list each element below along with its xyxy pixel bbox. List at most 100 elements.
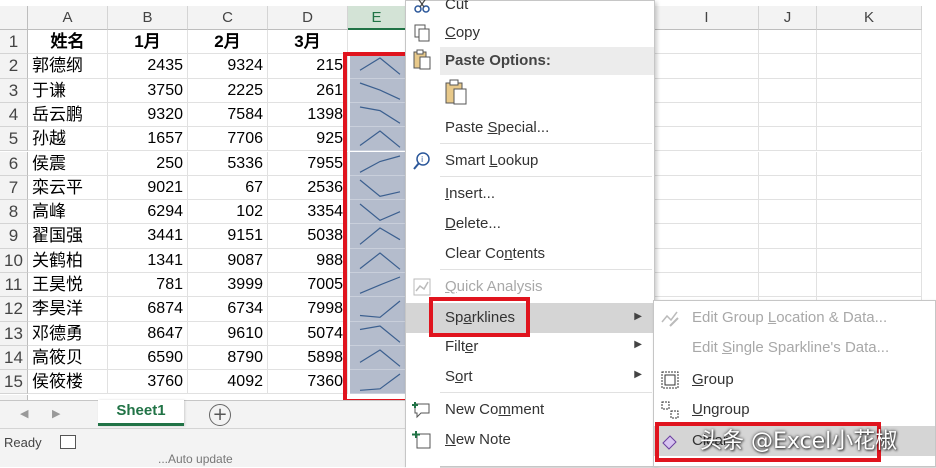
- header-cell[interactable]: 3月: [268, 30, 348, 55]
- menu-item-clear-contents[interactable]: Clear Contents: [406, 240, 654, 268]
- empty-cell[interactable]: [655, 30, 759, 55]
- empty-cell[interactable]: [817, 78, 922, 103]
- row-header-10[interactable]: 10: [0, 248, 28, 273]
- jan-cell[interactable]: 1657: [108, 127, 188, 152]
- row-header-13[interactable]: 13: [0, 321, 28, 346]
- feb-cell[interactable]: 9151: [188, 224, 268, 249]
- name-cell[interactable]: 王昊悦: [28, 273, 108, 298]
- mar-cell[interactable]: 5898: [268, 345, 348, 371]
- mar-cell[interactable]: 261: [268, 78, 348, 103]
- column-header-b[interactable]: B: [108, 6, 188, 30]
- menu-item-copy[interactable]: Copy: [406, 19, 654, 47]
- empty-cell[interactable]: [759, 78, 817, 103]
- header-cell[interactable]: 姓名: [28, 30, 108, 55]
- empty-cell[interactable]: [655, 248, 759, 273]
- name-cell[interactable]: 栾云平: [28, 175, 108, 201]
- row-header-5[interactable]: 5: [0, 127, 28, 152]
- row-header-4[interactable]: 4: [0, 102, 28, 128]
- jan-cell[interactable]: 1341: [108, 248, 188, 273]
- empty-cell[interactable]: [817, 273, 922, 298]
- jan-cell[interactable]: 781: [108, 273, 188, 298]
- feb-cell[interactable]: 9087: [188, 248, 268, 273]
- paste-option-button[interactable]: [444, 79, 472, 109]
- column-header-i[interactable]: I: [655, 6, 759, 30]
- sparkline-cell[interactable]: [350, 200, 406, 225]
- empty-cell[interactable]: [759, 273, 817, 298]
- name-cell[interactable]: 李昊洋: [28, 297, 108, 322]
- row-header-11[interactable]: 11: [0, 273, 28, 298]
- submenu-edit-single-sparkline[interactable]: Edit Single Sparkline's Data...: [654, 333, 935, 363]
- mar-cell[interactable]: 5038: [268, 224, 348, 249]
- row-header-3[interactable]: 3: [0, 78, 28, 103]
- sparkline-cell[interactable]: [350, 102, 406, 128]
- sparkline-cell[interactable]: [350, 224, 406, 249]
- sparkline-cell[interactable]: [350, 78, 406, 103]
- name-cell[interactable]: 于谦: [28, 78, 108, 103]
- feb-cell[interactable]: 2225: [188, 78, 268, 103]
- menu-item-quick-analysis[interactable]: Quick Analysis: [406, 273, 654, 301]
- mar-cell[interactable]: 1398: [268, 102, 348, 128]
- row-header-8[interactable]: 8: [0, 200, 28, 225]
- empty-cell[interactable]: [655, 273, 759, 298]
- mar-cell[interactable]: 988: [268, 248, 348, 273]
- submenu-edit-group-location[interactable]: Edit Group Location & Data...: [654, 303, 935, 333]
- jan-cell[interactable]: 2435: [108, 54, 188, 79]
- empty-cell[interactable]: [759, 54, 817, 79]
- select-all-corner[interactable]: [0, 6, 28, 30]
- sparkline-cell[interactable]: [350, 321, 406, 346]
- empty-cell[interactable]: [759, 175, 817, 201]
- mar-cell[interactable]: 7360: [268, 370, 348, 395]
- empty-cell[interactable]: [817, 200, 922, 225]
- column-header-j[interactable]: J: [759, 6, 817, 30]
- row-header-2[interactable]: 2: [0, 54, 28, 79]
- jan-cell[interactable]: 9021: [108, 175, 188, 201]
- jan-cell[interactable]: 3441: [108, 224, 188, 249]
- empty-cell[interactable]: [655, 102, 759, 128]
- mar-cell[interactable]: 925: [268, 127, 348, 152]
- header-cell[interactable]: 2月: [188, 30, 268, 55]
- empty-cell[interactable]: [655, 54, 759, 79]
- menu-item-paste-special[interactable]: Paste Special...: [406, 114, 654, 142]
- menu-item-cut[interactable]: Cut: [406, 0, 654, 19]
- feb-cell[interactable]: 8790: [188, 345, 268, 371]
- mar-cell[interactable]: 7998: [268, 297, 348, 322]
- sparkline-cell[interactable]: [350, 345, 406, 371]
- mar-cell[interactable]: 215: [268, 54, 348, 79]
- scroll-tabs-right-icon[interactable]: ▶: [52, 407, 60, 420]
- row-header-7[interactable]: 7: [0, 175, 28, 201]
- name-cell[interactable]: 孙越: [28, 127, 108, 152]
- row-header-15[interactable]: 15: [0, 370, 28, 395]
- empty-cell[interactable]: [817, 248, 922, 273]
- name-cell[interactable]: 邓德勇: [28, 321, 108, 346]
- name-cell[interactable]: 高峰: [28, 200, 108, 225]
- sparkline-cell[interactable]: [350, 273, 406, 298]
- name-cell[interactable]: 岳云鹏: [28, 102, 108, 128]
- feb-cell[interactable]: 5336: [188, 151, 268, 176]
- sparkline-cell[interactable]: [350, 370, 406, 395]
- feb-cell[interactable]: 6734: [188, 297, 268, 322]
- menu-item-new-comment[interactable]: New Comment: [406, 396, 654, 424]
- feb-cell[interactable]: 102: [188, 200, 268, 225]
- jan-cell[interactable]: 9320: [108, 102, 188, 128]
- sheet-tab-sheet1[interactable]: Sheet1: [98, 400, 184, 426]
- plus-circle-icon[interactable]: +: [209, 404, 231, 426]
- scroll-tabs-left-icon[interactable]: ◀: [20, 407, 28, 420]
- submenu-group[interactable]: Group: [654, 365, 935, 395]
- empty-cell[interactable]: [817, 224, 922, 249]
- row-header-6[interactable]: 6: [0, 151, 28, 176]
- menu-item-new-note[interactable]: New Note: [406, 426, 654, 454]
- sparkline-cell[interactable]: [350, 151, 406, 176]
- name-cell[interactable]: 侯筱楼: [28, 370, 108, 395]
- menu-item-insert[interactable]: Insert...: [406, 180, 654, 208]
- jan-cell[interactable]: 6294: [108, 200, 188, 225]
- jan-cell[interactable]: 3750: [108, 78, 188, 103]
- name-cell[interactable]: 郭德纲: [28, 54, 108, 79]
- feb-cell[interactable]: 9610: [188, 321, 268, 346]
- menu-item-delete[interactable]: Delete...: [406, 210, 654, 238]
- row-header-12[interactable]: 12: [0, 297, 28, 322]
- empty-cell[interactable]: [655, 151, 759, 176]
- column-header-a[interactable]: A: [28, 6, 108, 30]
- empty-cell[interactable]: [817, 151, 922, 176]
- menu-item-sparklines[interactable]: Sparklines ▶: [406, 303, 654, 333]
- row-header-1[interactable]: 1: [0, 30, 28, 55]
